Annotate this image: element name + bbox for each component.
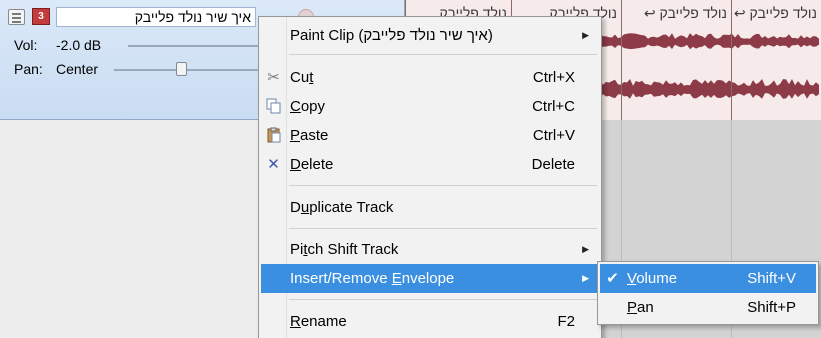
menu-item-shortcut: Ctrl+C	[532, 98, 575, 115]
menu-item-rename[interactable]: Rename F2	[261, 307, 599, 336]
menu-item-shortcut: Delete	[531, 156, 575, 173]
menu-separator	[289, 299, 597, 300]
menu-separator	[289, 228, 597, 229]
pan-slider-thumb[interactable]	[176, 62, 187, 76]
menu-item-shortcut: Ctrl+V	[532, 127, 575, 144]
clip-title[interactable]: נולד פלייבק ↩	[621, 2, 731, 24]
menu-item-label: Duplicate Track	[290, 199, 394, 216]
menu-item-cut[interactable]: ✂ Cut Ctrl+X	[261, 63, 599, 92]
pan-label: Pan:	[14, 61, 43, 77]
menu-item-label: Paste	[290, 127, 329, 144]
menu-item-delete[interactable]: ✕ Delete Delete	[261, 150, 599, 179]
track-menu-icon[interactable]	[8, 9, 25, 25]
copy-icon	[265, 98, 282, 115]
volume-value: -2.0 dB	[56, 37, 102, 53]
submenu-item-pan[interactable]: Pan Shift+P	[600, 293, 816, 322]
volume-slider-track[interactable]	[128, 45, 258, 47]
menu-item-label: Paint Clip (איך שיר נולד פלייבק)	[290, 27, 493, 44]
submenu-item-volume[interactable]: ✔ Volume Shift+V	[600, 264, 816, 293]
menu-item-shortcut: Ctrl+X	[532, 69, 575, 86]
menu-item-label: Insert/Remove Envelope	[290, 270, 455, 287]
menu-item-duplicate-track[interactable]: Duplicate Track	[261, 193, 599, 222]
pan-value: Center	[56, 61, 99, 77]
menu-item-label: Copy	[290, 98, 326, 115]
track-number-badge: 3	[32, 8, 50, 25]
menu-separator	[289, 185, 597, 186]
menu-item-shortcut: Shift+V	[747, 270, 796, 287]
paste-icon	[265, 127, 282, 144]
menu-separator	[289, 54, 597, 55]
checkmark-icon: ✔	[606, 270, 619, 287]
menu-item-paste[interactable]: Paste Ctrl+V	[261, 121, 599, 150]
menu-item-label: Pan	[627, 299, 654, 316]
submenu-arrow-icon: ▶	[582, 30, 589, 40]
scissors-icon: ✂	[267, 69, 280, 86]
track-name-field[interactable]: איך שיר נולד פלייבק	[56, 7, 256, 27]
menu-item-pitch-shift-track[interactable]: Pitch Shift Track ▶	[261, 235, 599, 264]
menu-item-label: Delete	[290, 156, 334, 173]
menu-item-paint-clip[interactable]: Paint Clip (איך שיר נולד פלייבק) ▶	[261, 21, 599, 50]
menu-item-label: Volume	[627, 270, 678, 287]
menu-item-insert-remove-envelope[interactable]: Insert/Remove Envelope ▶	[261, 264, 599, 293]
clip-title[interactable]: נולד פלייבק ↩	[731, 2, 821, 24]
volume-label: Vol:	[14, 37, 38, 53]
track-context-menu: Paint Clip (איך שיר נולד פלייבק) ▶ ✂ Cut…	[258, 16, 602, 338]
envelope-submenu: ✔ Volume Shift+V Pan Shift+P	[597, 261, 819, 325]
menu-item-copy[interactable]: Copy Ctrl+C	[261, 92, 599, 121]
submenu-arrow-icon: ▶	[582, 244, 589, 254]
menu-item-label: Rename	[290, 313, 347, 330]
delete-icon: ✕	[267, 156, 280, 173]
menu-item-shortcut: F2	[557, 313, 575, 330]
submenu-arrow-icon: ▶	[582, 273, 589, 283]
menu-item-label: Pitch Shift Track	[290, 241, 399, 258]
menu-item-shortcut: Shift+P	[747, 299, 796, 316]
menu-item-label: Cut	[290, 69, 314, 86]
